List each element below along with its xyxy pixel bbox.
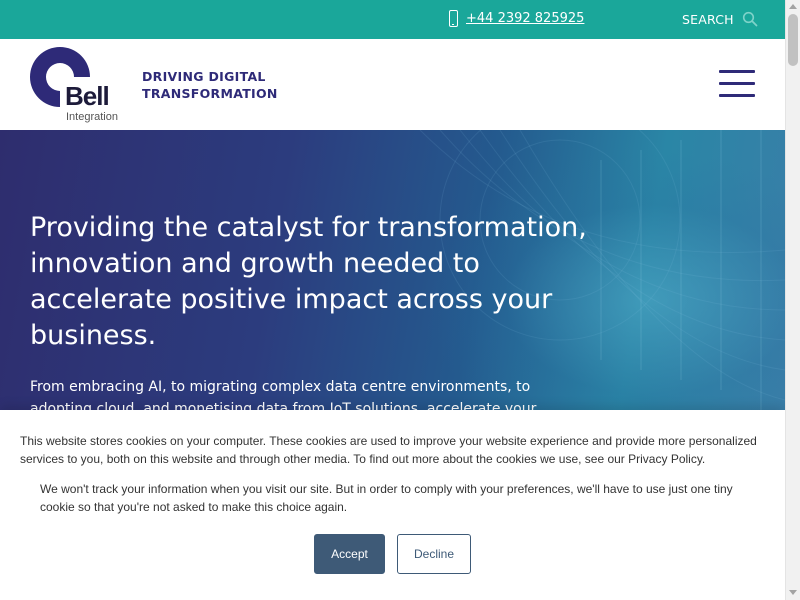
site-header: Bell Integration DRIVING DIGITAL TRANSFO… bbox=[0, 39, 785, 130]
scroll-up-arrow-icon[interactable] bbox=[789, 4, 797, 9]
tagline-line-1: DRIVING DIGITAL bbox=[142, 69, 266, 84]
hero-title: Providing the catalyst for transformatio… bbox=[30, 212, 587, 351]
scroll-down-arrow-icon[interactable] bbox=[789, 590, 797, 595]
scrollbar-thumb[interactable] bbox=[788, 14, 798, 66]
accept-button[interactable]: Accept bbox=[314, 534, 385, 574]
search-label: SEARCH bbox=[682, 11, 734, 27]
phone-contact[interactable]: +44 2392 825925 bbox=[449, 10, 584, 27]
hamburger-menu-icon[interactable] bbox=[719, 70, 755, 98]
svg-text:Bell: Bell bbox=[65, 81, 109, 111]
hero-banner: Providing the catalyst for transformatio… bbox=[0, 130, 785, 420]
top-bar: +44 2392 825925 SEARCH bbox=[0, 0, 785, 39]
search-button[interactable]: SEARCH bbox=[682, 11, 758, 27]
tagline-line-2: TRANSFORMATION bbox=[142, 86, 278, 101]
tagline: DRIVING DIGITAL TRANSFORMATION bbox=[142, 68, 278, 102]
mobile-phone-icon bbox=[449, 10, 458, 27]
svg-text:Integration: Integration bbox=[66, 111, 118, 123]
cookie-consent-banner: This website stores cookies on your comp… bbox=[0, 410, 785, 600]
page-scrollbar[interactable] bbox=[785, 0, 800, 600]
decline-button[interactable]: Decline bbox=[397, 534, 471, 574]
phone-link[interactable]: +44 2392 825925 bbox=[466, 11, 584, 26]
bell-integration-logo[interactable]: Bell Integration bbox=[30, 47, 120, 125]
cookie-tracking-text: We won't track your information when you… bbox=[40, 482, 733, 514]
cookie-text: This website stores cookies on your comp… bbox=[20, 434, 757, 466]
search-icon bbox=[742, 11, 758, 27]
